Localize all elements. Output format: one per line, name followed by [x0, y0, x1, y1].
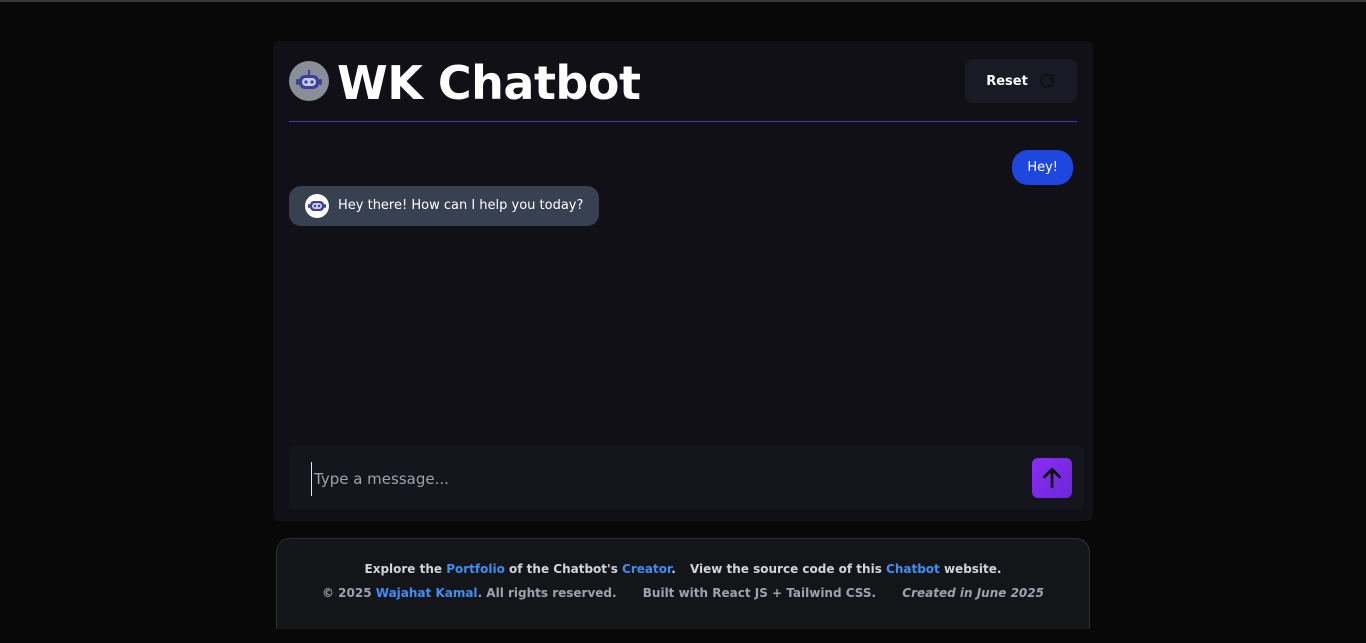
copyright-text: © 2025 [322, 586, 376, 600]
robot-icon [289, 61, 329, 101]
chat-header: WK Chatbot Reset [289, 56, 1077, 122]
chatbot-source-link[interactable]: Chatbot [886, 562, 940, 576]
page-title: WK Chatbot [337, 56, 641, 110]
site-footer: Explore the Portfolio of the Chatbot's C… [276, 538, 1090, 629]
created-date-text: Created in June 2025 [902, 586, 1044, 600]
footer-text: website. [939, 562, 1002, 576]
built-with-text: Built with React JS + Tailwind CSS. [642, 586, 877, 600]
bot-message: Hey there! How can I help you today? [289, 186, 600, 226]
robot-icon [305, 194, 329, 218]
reset-button[interactable]: Reset [965, 59, 1077, 103]
refresh-icon [1038, 72, 1056, 90]
message-input[interactable] [311, 462, 1016, 496]
send-button[interactable] [1032, 458, 1072, 498]
window-top-border [0, 0, 1366, 2]
arrow-up-icon [1039, 465, 1065, 491]
chat-panel: WK Chatbot Reset Hey! Hey there! How can… [273, 41, 1093, 521]
footer-text: View the source code of this [689, 562, 887, 576]
user-message: Hey! [1012, 150, 1073, 185]
footer-text: of the Chatbot's [504, 562, 623, 576]
footer-text: . [671, 562, 676, 576]
portfolio-link[interactable]: Portfolio [446, 562, 505, 576]
footer-text: Explore the [364, 562, 447, 576]
creator-link[interactable]: Creator [622, 562, 671, 576]
author-link[interactable]: Wajahat Kamal [376, 586, 478, 600]
message-composer [289, 446, 1084, 510]
reset-button-label: Reset [986, 73, 1028, 89]
user-message-text: Hey! [1027, 160, 1058, 175]
footer-copyright-row: © 2025 Wajahat Kamal. All rights reserve… [277, 586, 1089, 600]
copyright-text: . All rights reserved. [477, 586, 617, 600]
bot-message-text: Hey there! How can I help you today? [338, 198, 584, 213]
footer-links-row: Explore the Portfolio of the Chatbot's C… [277, 562, 1089, 576]
